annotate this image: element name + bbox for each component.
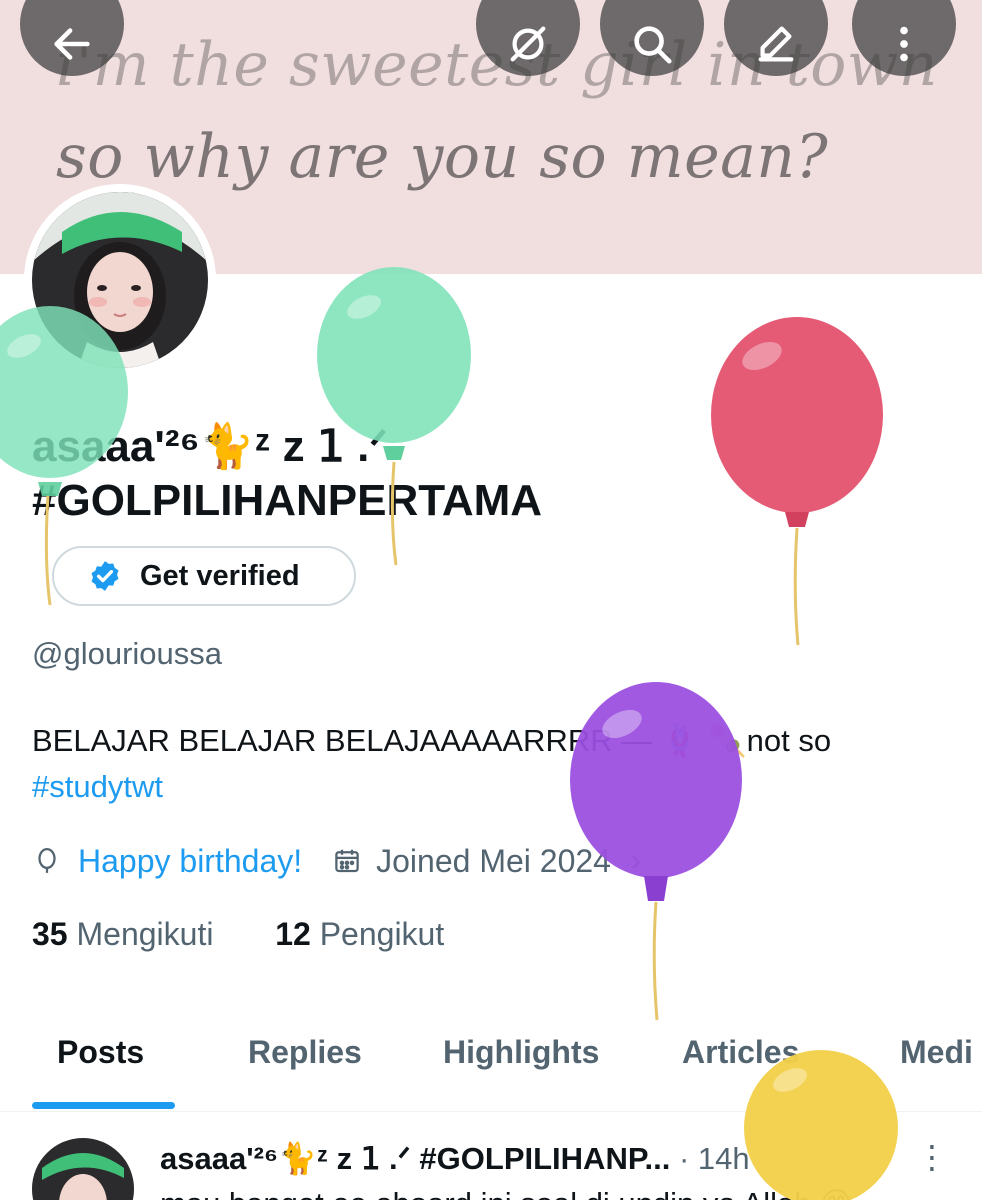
display-name: asaaa'²⁶🐈ᶻ z 𝟣 .ᐟ #GOLPILIHANPERTAMA — [32, 420, 932, 528]
post-author-name[interactable]: asaaa'²⁶🐈ᶻ z 𝟣 .ᐟ #GOLPILIHANP... — [160, 1141, 670, 1176]
get-verified-button[interactable]: Get verified — [52, 546, 356, 606]
followers-count: 12 — [275, 916, 311, 952]
profile-bio: BELAJAR BELAJAR BELAJAAAAARRRR — 🪢 🍡not … — [32, 718, 952, 810]
following-count: 35 — [32, 916, 68, 952]
profile-tabs: Posts Replies Highlights Articles Medi — [0, 1000, 982, 1112]
post-time: · 14h — [678, 1141, 750, 1176]
calendar-icon — [335, 849, 359, 873]
followers-label: Pengikut — [319, 916, 445, 952]
tab-articles[interactable]: Articles — [682, 1034, 799, 1071]
bio-text: BELAJAR BELAJAR BELAJAAAAARRRR — 🪢 🍡not … — [32, 723, 832, 758]
get-verified-label: Get verified — [140, 559, 300, 592]
edit-icon — [758, 26, 794, 62]
post-text: mau banget ee aboard ini soal di undin y… — [160, 1186, 852, 1200]
display-name-line1: asaaa'²⁶🐈ᶻ z 𝟣 .ᐟ — [32, 422, 388, 471]
profile-meta-row: Happy birthday! Joined Mei 2024 › — [32, 838, 641, 884]
active-tab-indicator — [32, 1102, 175, 1109]
follow-stats: 35 Mengikuti 12 Pengikut — [32, 916, 444, 953]
back-arrow-icon — [54, 28, 90, 60]
joined-date: Joined Mei 2024 — [376, 842, 611, 879]
profile-handle: @glourioussa — [32, 636, 223, 671]
chevron-right-icon[interactable]: › — [631, 844, 641, 878]
following-label: Mengikuti — [76, 916, 214, 952]
post-more-icon[interactable]: ⋮ — [916, 1138, 948, 1176]
tab-media[interactable]: Medi — [900, 1034, 973, 1071]
balloon-icon — [38, 848, 56, 873]
banner-text-line2: so why are you so mean? — [56, 122, 829, 192]
following-stat[interactable]: 35 Mengikuti — [32, 916, 213, 952]
display-name-line2: #GOLPILIHANPERTAMA — [32, 476, 543, 525]
verified-badge-icon — [91, 561, 119, 591]
avatar-photo — [32, 192, 208, 368]
tab-highlights[interactable]: Highlights — [443, 1034, 599, 1071]
grok-icon — [510, 26, 546, 62]
profile-avatar[interactable] — [24, 184, 216, 376]
search-icon — [634, 26, 672, 64]
more-vertical-icon — [900, 26, 908, 62]
bio-hashtag-link[interactable]: #studytwt — [32, 764, 952, 810]
birthday-link[interactable]: Happy birthday! — [78, 843, 302, 880]
tab-posts[interactable]: Posts — [57, 1034, 144, 1071]
post-author-avatar[interactable] — [32, 1138, 134, 1200]
post-header: asaaa'²⁶🐈ᶻ z 𝟣 .ᐟ #GOLPILIHANP... · 14h — [160, 1140, 750, 1177]
followers-stat[interactable]: 12 Pengikut — [275, 916, 444, 952]
tab-replies[interactable]: Replies — [248, 1034, 362, 1071]
